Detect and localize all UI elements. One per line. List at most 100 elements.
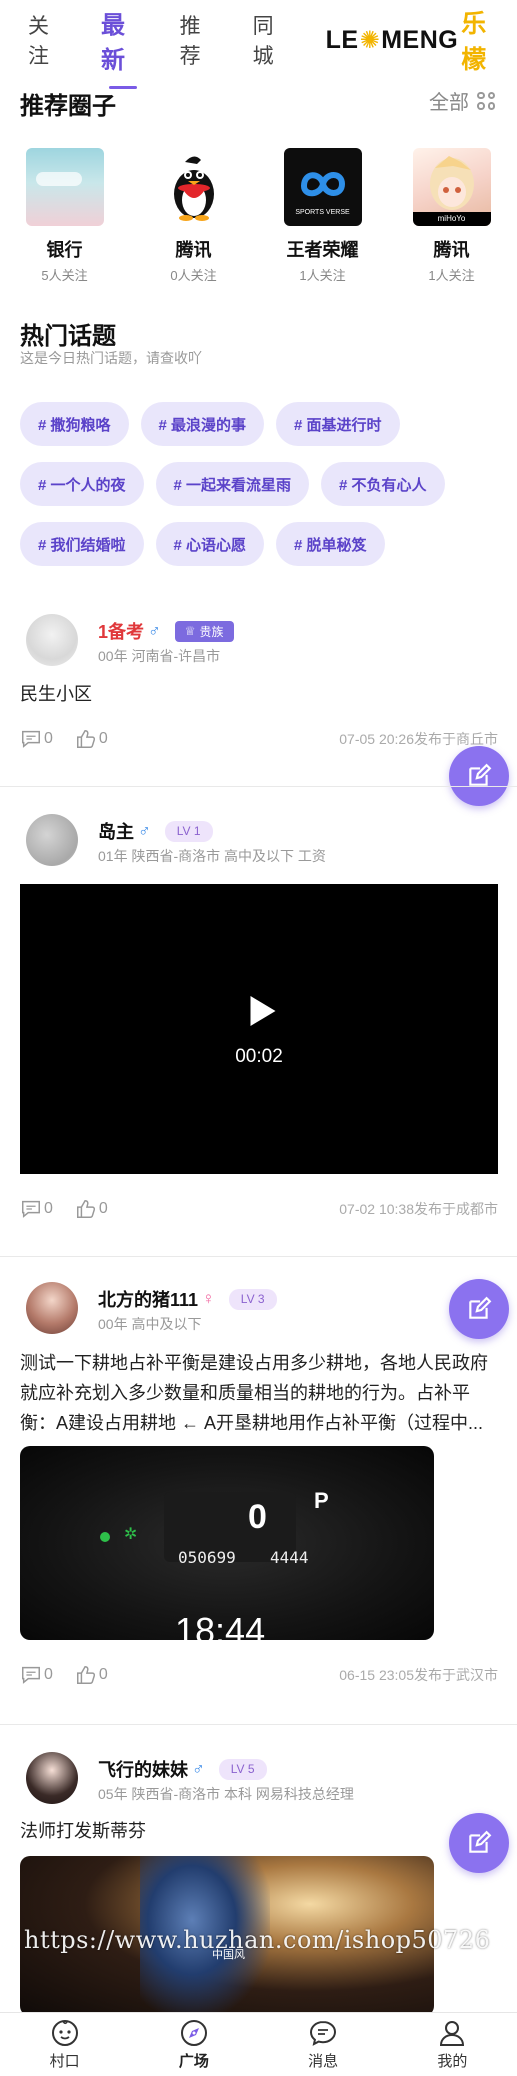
tab-recommend[interactable]: 推荐 [180,10,219,70]
circle-item[interactable]: 银行 5人关注 [0,148,129,284]
circles-all-link[interactable]: 全部 [429,86,495,115]
topic-tag[interactable]: # 最浪漫的事 [140,402,265,446]
circles-title: 推荐圈子 [20,93,116,120]
username-text: 1备考 [98,622,145,642]
tab-latest[interactable]: 最新 [101,5,146,75]
comment-icon [22,1666,40,1684]
nav-village[interactable]: 村口 [0,2013,129,2076]
tab-local[interactable]: 同城 [253,10,292,70]
circle-followers: 1人关注 [299,268,346,283]
comment-count: 0 [44,1200,53,1217]
vip-badge: ♕ 贵族 [174,620,234,642]
indicator-dot [100,1532,110,1542]
circle-item[interactable]: SPORTS VERSE 王者荣耀 1人关注 [258,148,387,284]
nav-label: 村口 [49,2053,80,2070]
circle-item[interactable]: miHoYo 腾讯 1人关注 [387,148,516,284]
circle-name: 腾讯 [433,240,470,260]
thumbs-up-icon [76,1200,95,1218]
divider [0,1256,517,1257]
compose-button[interactable] [449,1813,509,1873]
male-icon: ♂ [148,621,161,640]
avatar[interactable] [26,814,78,866]
male-icon: ♂ [138,821,151,840]
comment-button[interactable]: 0 [20,728,53,750]
thumb-caption: miHoYo [412,212,491,226]
circle-name: 银行 [46,240,83,260]
brand-latin-a: LE [325,25,359,54]
circle-name: 王者荣耀 [286,240,359,260]
nav-messages[interactable]: 消息 [259,2013,388,2076]
user-meta: 01年 陕西省-商洛市 高中及以下 工资 [98,848,326,864]
post-time: 07-02 10:38发布于成都市 [339,1201,498,1217]
comment-count: 0 [44,730,53,747]
circle-followers: 0人关注 [170,268,217,283]
like-button[interactable]: 0 [75,728,108,750]
compose-button[interactable] [449,746,509,806]
post-time: 06-15 23:05发布于武汉市 [339,1667,498,1683]
female-icon: ♀ [202,1289,215,1308]
chat-bubble-icon [310,2020,337,2046]
username[interactable]: 1备考 ♂ ♕ 贵族 [98,618,234,644]
user-meta: 00年 河南省-许昌市 [98,648,221,664]
nav-profile[interactable]: 我的 [388,2013,517,2076]
baby-face-icon [51,2020,78,2046]
avatar[interactable] [26,1282,78,1334]
post-text[interactable]: 民生小区 [20,679,498,709]
topic-tags: # 撒狗粮咯 # 最浪漫的事 # 面基进行时 # 一个人的夜 # 一起来看流星雨… [20,402,500,582]
like-button[interactable]: 0 [75,1198,108,1220]
brand-latin-b: MENG [381,25,459,54]
all-label: 全部 [429,92,469,114]
edit-icon [469,1830,492,1853]
tab-follow[interactable]: 关注 [28,10,67,70]
hot-topics-title: 热门话题 [20,323,116,350]
username[interactable]: 北方的猪111 ♀ LV 3 [98,1286,277,1312]
clock-readout: 18:44 [175,1610,266,1640]
username[interactable]: 飞行的妹妹 ♂ LV 5 [98,1756,267,1782]
post-text[interactable]: 测试一下耕地占补平衡是建设占用多少耕地，各地人民政府就应补充划入多少数量和质量相… [20,1348,498,1438]
crown-icon: ♕ [184,624,196,638]
circle-thumbnail [25,148,104,226]
video-player[interactable]: 00:02 [20,884,498,1174]
topic-tag[interactable]: # 不负有心人 [321,462,445,506]
compass-icon [180,2020,207,2046]
username-text: 飞行的妹妹 [98,1760,188,1780]
compose-button[interactable] [449,1279,509,1339]
comment-button[interactable]: 0 [20,1198,53,1220]
thumbs-up-icon [76,1666,95,1684]
edit-icon [469,1296,492,1319]
hot-topics-subtitle: 这是今日热门话题，请查收吖 [20,350,202,366]
comment-count: 0 [44,1666,53,1683]
nav-plaza[interactable]: 广场 [129,2013,258,2076]
circle-thumbnail: SPORTS VERSE [283,148,362,226]
speed-readout: 0 [248,1498,267,1536]
comment-icon [22,1200,40,1218]
play-icon[interactable] [250,996,276,1026]
level-badge: LV 3 [228,1288,277,1310]
circles-list: 银行 5人关注 腾讯 0人关注 SPORTS VERSE 王者荣耀 1人关注 m… [0,148,517,284]
post-image[interactable]: ✲ 0 P 050699 4444 18:44 [20,1446,434,1640]
topic-tag[interactable]: # 心语心愿 [155,522,265,566]
circle-item[interactable]: 腾讯 0人关注 [129,148,258,284]
brand-logo: LE ✺ MENG 乐檬 [326,4,499,76]
topic-tag[interactable]: # 我们结婚啦 [20,522,144,566]
avatar[interactable] [26,1752,78,1804]
post-actions: 0 0 07-05 20:26发布于商丘市 [20,728,498,750]
topic-tag[interactable]: # 面基进行时 [276,402,400,446]
comment-button[interactable]: 0 [20,1664,53,1686]
topic-tag[interactable]: # 一个人的夜 [20,462,144,506]
like-button[interactable]: 0 [75,1664,108,1686]
divider [0,1724,517,1725]
comment-icon [22,730,40,748]
username[interactable]: 岛主 ♂ LV 1 [98,818,213,844]
level-badge: LV 1 [164,820,213,842]
bottom-nav: 村口 广场 消息 我的 [0,2012,517,2076]
avatar[interactable] [26,614,78,666]
top-nav: 关注 最新 推荐 同城 LE ✺ MENG 乐檬 [0,0,517,80]
topic-tag[interactable]: # 一起来看流星雨 [155,462,310,506]
topic-tag[interactable]: # 脱单秘笈 [276,522,385,566]
person-icon [440,2021,465,2046]
like-count: 0 [98,730,108,747]
topic-tag[interactable]: # 撒狗粮咯 [20,402,129,446]
post-actions: 0 0 06-15 23:05发布于武汉市 [20,1664,498,1686]
post-text[interactable]: 法师打发斯蒂芬 [20,1816,498,1846]
